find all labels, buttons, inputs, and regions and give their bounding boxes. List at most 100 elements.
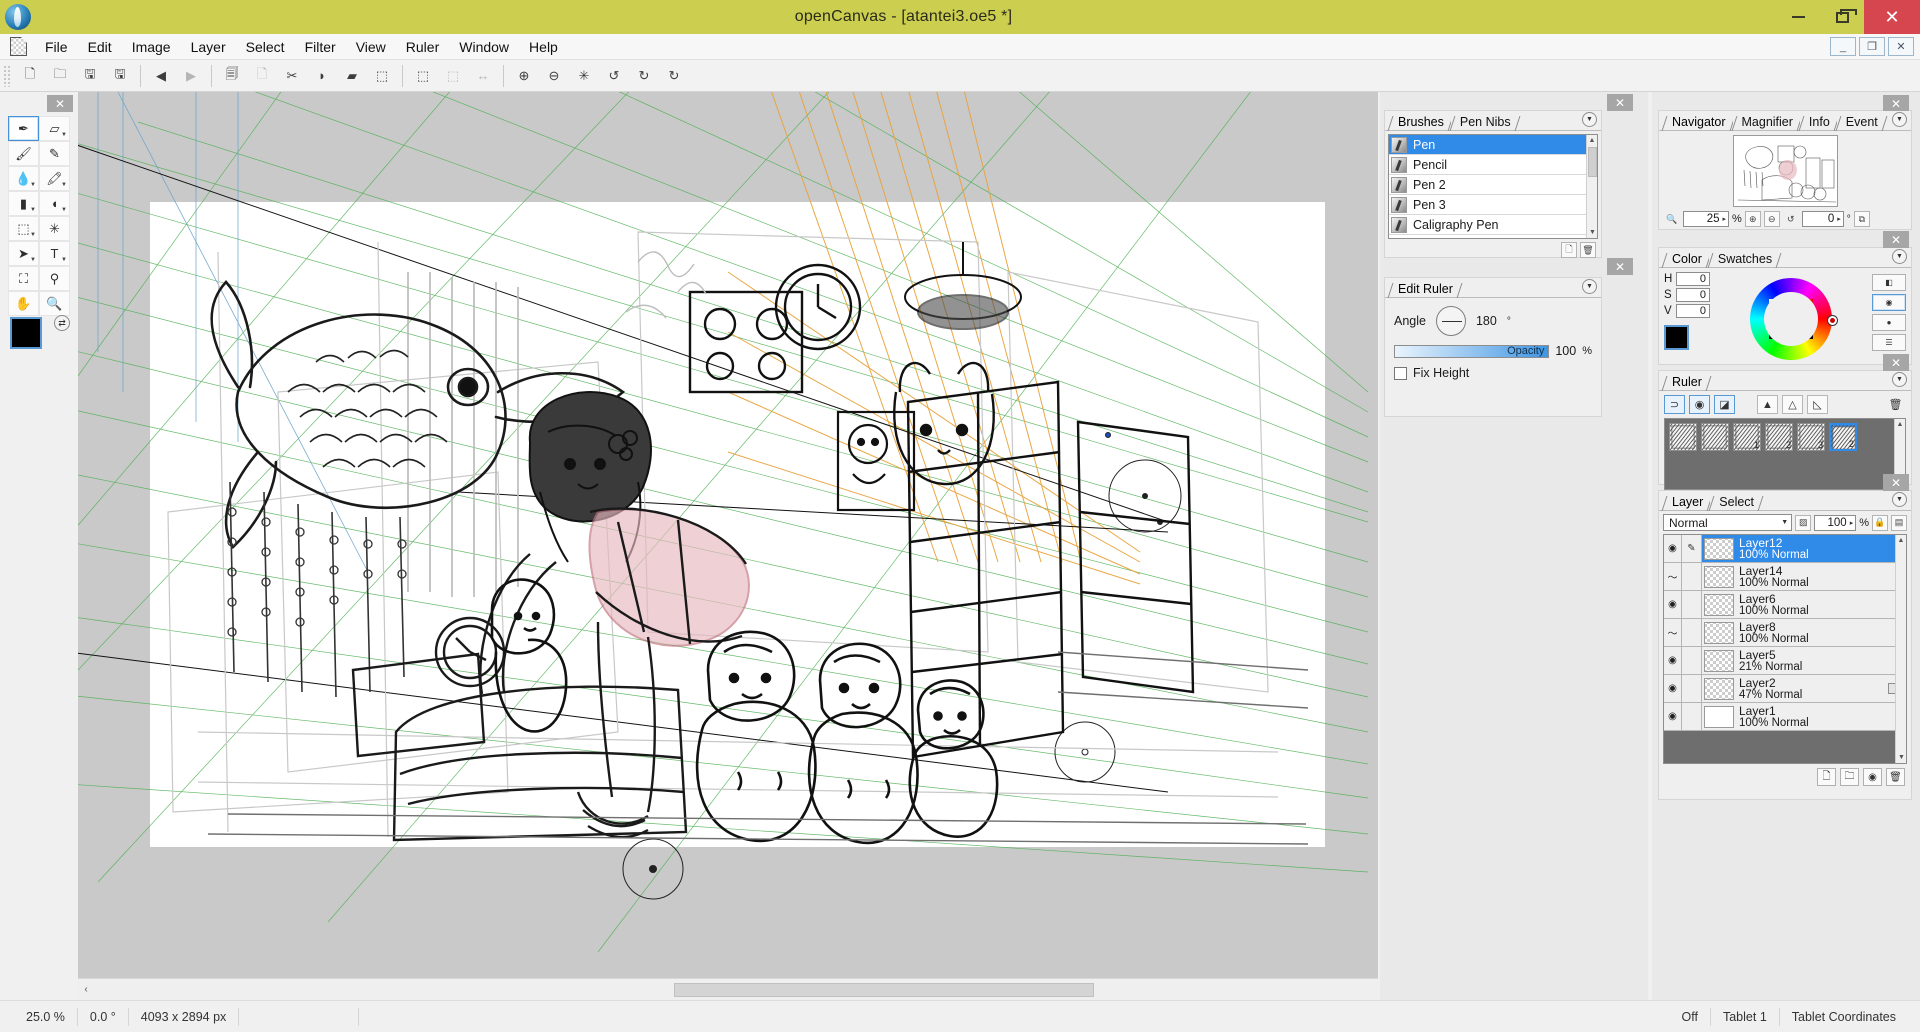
- menu-item-view[interactable]: View: [346, 36, 396, 58]
- brushes-scrollbar[interactable]: ▲▼: [1586, 135, 1597, 238]
- zoom-out-icon[interactable]: ⊖: [539, 62, 569, 90]
- ruler-add-skew-icon[interactable]: ◺: [1807, 395, 1828, 414]
- radial-ruler-preset[interactable]: [1701, 423, 1729, 451]
- panel-menu-icon[interactable]: ▼: [1892, 249, 1907, 264]
- scroll-thumb[interactable]: [1588, 147, 1597, 177]
- new-layer-icon[interactable]: 🗋: [1817, 768, 1836, 786]
- chevron-down-icon[interactable]: ▼: [30, 257, 36, 263]
- layer-visible-eye-icon[interactable]: ◉: [1664, 703, 1682, 730]
- text-tool[interactable]: T▼: [39, 241, 70, 266]
- toolbox-close-button[interactable]: ✕: [47, 95, 73, 112]
- opacity-slider[interactable]: Opacity: [1394, 345, 1549, 358]
- rotate-ccw-icon[interactable]: ↺: [599, 62, 629, 90]
- zoom-in-icon[interactable]: ⊕: [1745, 211, 1761, 227]
- crop-tool[interactable]: ⛶: [8, 266, 39, 291]
- tab-ruler[interactable]: Ruler: [1663, 374, 1709, 390]
- blend-mode-select[interactable]: Normal ▼: [1663, 514, 1792, 531]
- layer-row[interactable]: ◉✎Layer12100% Normal: [1664, 535, 1906, 563]
- fix-height-checkbox[interactable]: [1394, 367, 1407, 380]
- layer-edit-pen-icon[interactable]: [1682, 563, 1702, 590]
- chevron-down-icon[interactable]: ▼: [61, 257, 67, 263]
- brush-list-item[interactable]: Pen 3: [1389, 195, 1597, 215]
- delete-layer-icon[interactable]: 🗑: [1886, 768, 1905, 786]
- ruler-close-button[interactable]: ✕: [1883, 354, 1909, 371]
- foreground-color-swatch[interactable]: [1664, 325, 1689, 350]
- tab-color[interactable]: Color: [1663, 251, 1709, 267]
- ruler-snap-icon[interactable]: ⊃: [1664, 395, 1685, 414]
- doc-minimize-button[interactable]: _: [1830, 37, 1856, 56]
- tab-edit-ruler[interactable]: Edit Ruler: [1389, 281, 1460, 297]
- rotate-spinner-icon[interactable]: ▸: [1834, 215, 1841, 223]
- ruler-edit-icon[interactable]: ◪: [1714, 395, 1735, 414]
- panel-menu-icon[interactable]: ▼: [1582, 112, 1597, 127]
- layer-row-content[interactable]: Layer6100% Normal: [1702, 591, 1906, 618]
- zoom-spinner-icon[interactable]: ▸: [1719, 215, 1726, 223]
- layer-row-content[interactable]: Layer247% Normal: [1702, 675, 1906, 702]
- layer-row-content[interactable]: Layer521% Normal: [1702, 647, 1906, 674]
- hue-marker[interactable]: [1828, 316, 1837, 325]
- layer-edit-pen-icon[interactable]: [1682, 619, 1702, 646]
- zoom-fit-icon[interactable]: ✳: [569, 62, 599, 90]
- paint-bucket-tool[interactable]: ◖▼: [39, 191, 70, 216]
- layer-list-scrollbar[interactable]: ▲ ▼: [1895, 535, 1906, 763]
- tab-swatches[interactable]: Swatches: [1709, 251, 1779, 267]
- layer-row-content[interactable]: Layer12100% Normal: [1702, 535, 1906, 562]
- color-square[interactable]: [1769, 299, 1813, 339]
- new-folder-icon[interactable]: 🗀: [1840, 768, 1859, 786]
- magic-wand-tool[interactable]: ✳: [39, 216, 70, 241]
- save-file-icon[interactable]: 🖫: [75, 62, 105, 90]
- opacity-value[interactable]: 100: [1555, 344, 1576, 358]
- fill-bucket-icon[interactable]: ◗: [307, 62, 337, 90]
- layer-visible-eye-icon[interactable]: ◉: [1664, 535, 1682, 562]
- tab-magnifier[interactable]: Magnifier: [1733, 114, 1800, 130]
- eraser-tool[interactable]: ▱▼: [39, 116, 70, 141]
- menu-item-file[interactable]: File: [35, 36, 78, 58]
- tab-info[interactable]: Info: [1800, 114, 1837, 130]
- menu-item-image[interactable]: Image: [122, 36, 181, 58]
- smudge-tool[interactable]: 🖍▼: [39, 166, 70, 191]
- layer-edit-pen-icon[interactable]: ✎: [1682, 535, 1702, 562]
- tab-event[interactable]: Event: [1837, 114, 1885, 130]
- color-wheel[interactable]: [1750, 278, 1832, 360]
- rotate-value-field[interactable]: 0 ▸: [1802, 211, 1844, 227]
- brush-tool[interactable]: 🖌: [8, 141, 39, 166]
- panel-menu-icon[interactable]: ▼: [1892, 112, 1907, 127]
- scroll-left-arrow-icon[interactable]: ‹: [78, 984, 94, 995]
- layer-visible-eye-icon[interactable]: ◉: [1664, 591, 1682, 618]
- canvas-viewport[interactable]: ‹: [78, 92, 1378, 1000]
- panel-menu-icon[interactable]: ▼: [1892, 492, 1907, 507]
- brushes-panel-close-button[interactable]: ✕: [1607, 94, 1633, 111]
- scroll-up-arrow-icon[interactable]: ▲: [1896, 535, 1906, 546]
- color-box-mode-icon[interactable]: ◧: [1872, 274, 1906, 291]
- scroll-down-arrow-icon[interactable]: ▼: [1587, 227, 1598, 238]
- menu-item-ruler[interactable]: Ruler: [396, 36, 449, 58]
- delete-ruler-icon[interactable]: 🗑: [1885, 395, 1906, 414]
- color-wheel-mode-icon[interactable]: ◉: [1872, 294, 1906, 311]
- tab-pen-nibs[interactable]: Pen Nibs: [1451, 114, 1518, 130]
- chevron-down-icon[interactable]: ▼: [30, 207, 36, 213]
- layer-visible-eye-icon[interactable]: ◉: [1664, 647, 1682, 674]
- tab-layer[interactable]: Layer: [1663, 494, 1710, 510]
- pen-tool[interactable]: ✒: [8, 116, 39, 141]
- history-back-icon[interactable]: ◀: [146, 62, 176, 90]
- layer-hidden-icon[interactable]: 〜: [1664, 563, 1682, 590]
- panel-menu-icon[interactable]: ▼: [1892, 372, 1907, 387]
- close-button[interactable]: ✕: [1864, 0, 1920, 34]
- ruler-add-outline-icon[interactable]: △: [1782, 395, 1803, 414]
- layer-row[interactable]: 〜 Layer14100% Normal: [1664, 563, 1906, 591]
- minimize-button[interactable]: [1776, 0, 1820, 34]
- layer-row[interactable]: ◉Layer1100% Normal: [1664, 703, 1906, 731]
- menu-item-help[interactable]: Help: [519, 36, 568, 58]
- layer-opacity-field[interactable]: 100 ▸: [1814, 515, 1856, 531]
- rotate-cw-icon[interactable]: ↻: [629, 62, 659, 90]
- brush-list-item[interactable]: Pen 2: [1389, 175, 1597, 195]
- lock-alpha-icon[interactable]: 🔒: [1872, 515, 1888, 531]
- navigator-close-button[interactable]: ✕: [1883, 95, 1909, 112]
- scroll-up-arrow-icon[interactable]: ▲: [1895, 419, 1905, 430]
- layer-row-content[interactable]: Layer14100% Normal: [1702, 563, 1906, 590]
- panel-menu-icon[interactable]: ▼: [1582, 279, 1597, 294]
- ruler-visible-icon[interactable]: ◉: [1689, 395, 1710, 414]
- chevron-down-icon[interactable]: ▼: [61, 207, 67, 213]
- color-wheel-wrap[interactable]: [1714, 272, 1868, 365]
- menu-item-layer[interactable]: Layer: [181, 36, 236, 58]
